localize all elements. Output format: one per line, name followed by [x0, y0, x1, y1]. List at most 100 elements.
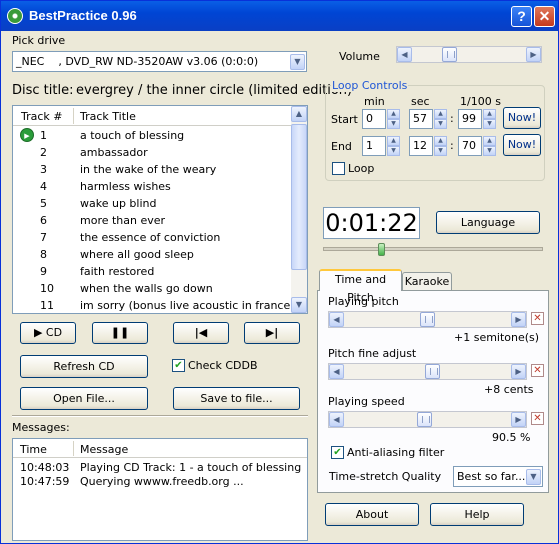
chevron-right-icon[interactable]: ▶	[511, 312, 526, 327]
volume-slider[interactable]: ◀ ▶	[396, 46, 542, 63]
arrow-up-icon[interactable]: ▲	[434, 136, 447, 146]
messages-list[interactable]: Time Message 10:48:03 Playing CD Track: …	[12, 438, 308, 541]
track-row[interactable]: 9 faith restored	[13, 263, 295, 280]
arrow-down-icon[interactable]: ▼	[483, 119, 496, 129]
next-track-button[interactable]: ▶|	[244, 322, 300, 344]
track-number: 4	[40, 180, 47, 193]
loop-checkbox[interactable]	[332, 162, 345, 175]
close-window-button[interactable]: ✕	[534, 6, 555, 27]
chevron-left-icon[interactable]: ◀	[329, 364, 344, 379]
loop-start-sec-field[interactable]: 57	[409, 109, 433, 129]
scroll-down-icon[interactable]: ▼	[291, 297, 307, 313]
chevron-right-icon[interactable]: ▶	[511, 412, 526, 427]
chevron-left-icon[interactable]: ◀	[397, 47, 412, 62]
track-row[interactable]: 11 im sorry (bonus live acoustic in franc…	[13, 297, 295, 314]
arrow-down-icon[interactable]: ▼	[434, 119, 447, 129]
open-file-button[interactable]: Open File...	[20, 387, 148, 410]
playing-pitch-slider-thumb[interactable]	[420, 312, 435, 327]
chevron-down-icon[interactable]: ▼	[290, 54, 305, 70]
drive-select[interactable]: _NEC , DVD_RW ND-3520AW v3.06 (0:0:0) ▼	[12, 51, 307, 72]
message-text: Querying wwww.freedb.org ...	[80, 475, 244, 488]
loop-end-hundredths-spinner[interactable]: ▲ ▼	[483, 136, 496, 156]
column-header-time[interactable]: Time	[20, 443, 47, 456]
track-title: where all good sleep	[80, 248, 194, 261]
loop-end-sec-field[interactable]: 12	[409, 136, 433, 156]
track-row[interactable]: 3 in the wake of the weary	[13, 161, 295, 178]
language-button[interactable]: Language	[436, 211, 540, 234]
time-stretch-quality-select[interactable]: Best so far... ▼	[453, 466, 543, 487]
arrow-up-icon[interactable]: ▲	[387, 109, 400, 119]
arrow-down-icon[interactable]: ▼	[483, 146, 496, 156]
track-number: 2	[40, 146, 47, 159]
seek-bar-thumb[interactable]	[378, 243, 385, 256]
seek-bar[interactable]	[323, 247, 543, 251]
loop-start-min-field[interactable]: 0	[362, 109, 386, 129]
chevron-right-icon[interactable]: ▶	[511, 364, 526, 379]
previous-track-button[interactable]: |◀	[173, 322, 229, 344]
track-row[interactable]: 5 wake up blind	[13, 195, 295, 212]
chevron-right-icon[interactable]: ▶	[526, 47, 541, 62]
tab-karaoke[interactable]: Karaoke	[402, 272, 452, 291]
volume-slider-thumb[interactable]	[442, 47, 457, 62]
drive-select-value: _NEC , DVD_RW ND-3520AW v3.06 (0:0:0)	[16, 55, 259, 68]
track-row[interactable]: 7 the essence of conviction	[13, 229, 295, 246]
loop-end-min-spinner[interactable]: ▲ ▼	[387, 136, 400, 156]
loop-end-min-field[interactable]: 1	[362, 136, 386, 156]
playing-speed-slider-thumb[interactable]	[417, 412, 432, 427]
track-row[interactable]: ▶ 1 a touch of blessing	[13, 127, 295, 144]
loop-start-min-spinner[interactable]: ▲ ▼	[387, 109, 400, 129]
loop-start-hundredths-field[interactable]: 99	[458, 109, 482, 129]
playing-pitch-slider[interactable]: ◀ ▶	[328, 311, 527, 328]
about-button[interactable]: About	[325, 503, 419, 526]
play-icon: ▶	[33, 326, 43, 339]
refresh-cd-button[interactable]: Refresh CD	[20, 355, 148, 378]
arrow-up-icon[interactable]: ▲	[483, 136, 496, 146]
loop-start-hundredths-spinner[interactable]: ▲ ▼	[483, 109, 496, 129]
track-row[interactable]: 10 when the walls go down	[13, 280, 295, 297]
loop-start-now-button[interactable]: Now!	[503, 107, 541, 129]
chevron-left-icon[interactable]: ◀	[329, 412, 344, 427]
chevron-left-icon[interactable]: ◀	[329, 312, 344, 327]
pitch-fine-label: Pitch fine adjust	[328, 347, 417, 360]
loop-start-sec-spinner[interactable]: ▲ ▼	[434, 109, 447, 129]
anti-aliasing-checkbox[interactable]: ✔	[331, 446, 344, 459]
reset-speed-close-icon[interactable]: ✕	[531, 412, 544, 425]
pitch-fine-slider-thumb[interactable]	[425, 364, 440, 379]
arrow-down-icon[interactable]: ▼	[387, 119, 400, 129]
arrow-down-icon[interactable]: ▼	[434, 146, 447, 156]
arrow-down-icon[interactable]: ▼	[387, 146, 400, 156]
scroll-up-icon[interactable]: ▲	[291, 106, 307, 122]
loop-end-hundredths-field[interactable]: 70	[458, 136, 482, 156]
track-row[interactable]: 6 more than ever	[13, 212, 295, 229]
column-header-track-title[interactable]: Track Title	[80, 110, 136, 123]
track-title: a touch of blessing	[80, 129, 185, 142]
tab-time-and-pitch[interactable]: Time and Pitch	[319, 269, 402, 304]
arrow-up-icon[interactable]: ▲	[434, 109, 447, 119]
save-file-button[interactable]: Save to file...	[173, 387, 300, 410]
arrow-up-icon[interactable]: ▲	[387, 136, 400, 146]
chevron-down-icon[interactable]: ▼	[526, 469, 541, 485]
arrow-up-icon[interactable]: ▲	[483, 109, 496, 119]
loop-controls-title: Loop Controls	[331, 79, 409, 92]
track-list[interactable]: Track # Track Title ▶ 1 a touch of blessin…	[12, 105, 308, 314]
pause-button[interactable]: ❚❚	[92, 322, 148, 344]
track-title: wake up blind	[80, 197, 157, 210]
check-cddb-checkbox[interactable]: ✔	[172, 359, 185, 372]
track-row[interactable]: 4 harmless wishes	[13, 178, 295, 195]
track-list-scrollbar[interactable]: ▲ ▼	[291, 106, 307, 313]
title-bar[interactable]: BestPractice 0.96 ? ✕	[1, 1, 558, 31]
loop-end-now-button[interactable]: Now!	[503, 134, 541, 156]
play-cd-button[interactable]: ▶ CD	[20, 322, 76, 344]
track-row[interactable]: 2 ambassador	[13, 144, 295, 161]
help-window-button[interactable]: ?	[511, 6, 532, 27]
column-header-message[interactable]: Message	[80, 443, 128, 456]
help-button[interactable]: Help	[430, 503, 524, 526]
scroll-thumb[interactable]	[291, 124, 307, 270]
track-row[interactable]: 8 where all good sleep	[13, 246, 295, 263]
reset-pitch-close-icon[interactable]: ✕	[531, 312, 544, 325]
pitch-fine-slider[interactable]: ◀ ▶	[328, 363, 527, 380]
playing-speed-slider[interactable]: ◀ ▶	[328, 411, 527, 428]
loop-end-sec-spinner[interactable]: ▲ ▼	[434, 136, 447, 156]
column-header-track-number[interactable]: Track #	[21, 110, 63, 123]
reset-fine-close-icon[interactable]: ✕	[531, 364, 544, 377]
